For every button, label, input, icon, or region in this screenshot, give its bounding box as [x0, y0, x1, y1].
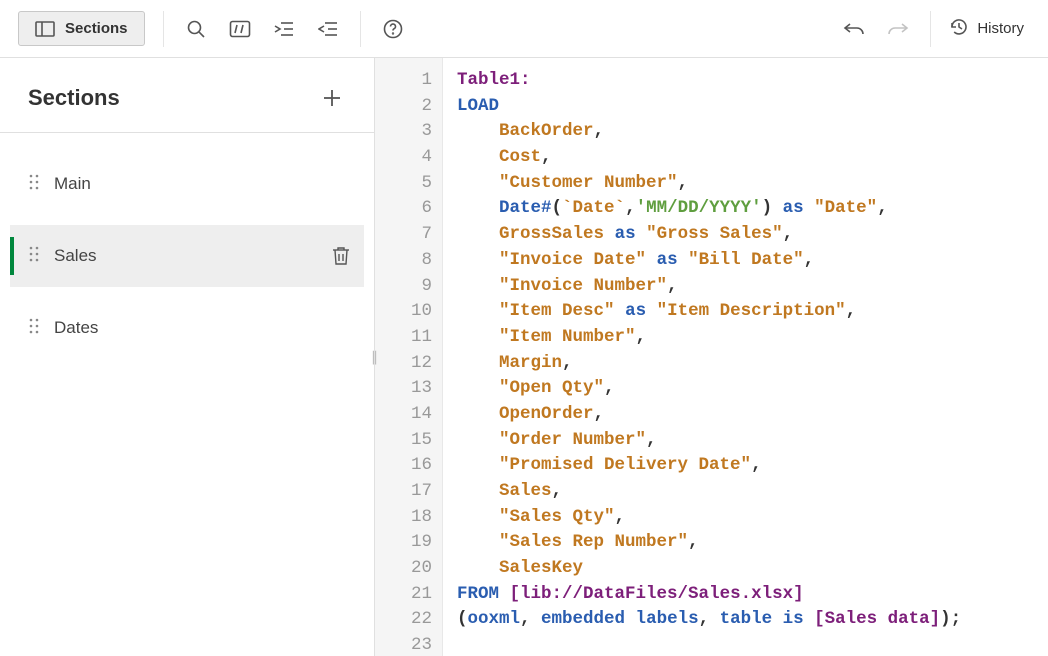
line-number: 22 — [375, 607, 432, 633]
code-line[interactable]: OpenOrder, — [457, 402, 961, 428]
line-number: 8 — [375, 248, 432, 274]
indent-button[interactable] — [264, 9, 304, 49]
code-line[interactable]: GrossSales as "Gross Sales", — [457, 222, 961, 248]
code-line[interactable]: Table1: — [457, 68, 961, 94]
code-line[interactable]: BackOrder, — [457, 119, 961, 145]
code-area[interactable]: Table1:LOAD BackOrder, Cost, "Customer N… — [443, 58, 961, 656]
comment-toggle-button[interactable] — [220, 9, 260, 49]
line-number: 9 — [375, 274, 432, 300]
section-item-label: Dates — [54, 318, 350, 338]
history-label: History — [977, 20, 1024, 37]
toolbar: Sections — [0, 0, 1048, 58]
line-number: 12 — [375, 351, 432, 377]
section-item-sales[interactable]: Sales — [10, 225, 364, 287]
history-icon — [949, 17, 969, 41]
line-number: 18 — [375, 505, 432, 531]
sidebar-title: Sections — [28, 85, 120, 111]
code-line[interactable]: Date#(`Date`,'MM/DD/YYYY') as "Date", — [457, 196, 961, 222]
drag-handle-icon[interactable] — [28, 245, 40, 268]
code-line[interactable]: LOAD — [457, 94, 961, 120]
section-item-main[interactable]: Main — [10, 153, 364, 215]
separator — [360, 11, 361, 47]
line-number: 1 — [375, 68, 432, 94]
code-line[interactable]: Sales, — [457, 479, 961, 505]
code-line[interactable]: SalesKey — [457, 556, 961, 582]
code-line[interactable]: "Order Number", — [457, 428, 961, 454]
code-line[interactable]: "Open Qty", — [457, 376, 961, 402]
section-list: Main Sales Dates — [0, 133, 374, 369]
code-line[interactable]: "Invoice Date" as "Bill Date", — [457, 248, 961, 274]
line-number: 7 — [375, 222, 432, 248]
history-button[interactable]: History — [943, 17, 1030, 41]
line-number: 23 — [375, 633, 432, 656]
code-line[interactable]: "Item Desc" as "Item Description", — [457, 299, 961, 325]
line-number: 14 — [375, 402, 432, 428]
code-line[interactable]: Margin, — [457, 351, 961, 377]
line-number: 17 — [375, 479, 432, 505]
code-line[interactable]: Cost, — [457, 145, 961, 171]
code-line[interactable] — [457, 633, 961, 656]
line-number: 11 — [375, 325, 432, 351]
code-line[interactable]: (ooxml, embedded labels, table is [Sales… — [457, 607, 961, 633]
code-editor[interactable]: 1234567891011121314151617181920212223 Ta… — [375, 58, 1048, 656]
panel-left-icon — [35, 21, 55, 37]
line-number: 13 — [375, 376, 432, 402]
code-line[interactable]: FROM [lib://DataFiles/Sales.xlsx] — [457, 582, 961, 608]
line-number: 5 — [375, 171, 432, 197]
line-number: 4 — [375, 145, 432, 171]
sections-sidebar: Sections Main Sales Dates — [0, 58, 375, 656]
separator — [930, 11, 931, 47]
line-number: 10 — [375, 299, 432, 325]
drag-handle-icon[interactable] — [28, 317, 40, 340]
section-item-dates[interactable]: Dates — [10, 297, 364, 359]
sections-toggle-button[interactable]: Sections — [18, 11, 145, 46]
line-number-gutter: 1234567891011121314151617181920212223 — [375, 58, 443, 656]
section-item-label: Main — [54, 174, 350, 194]
line-number: 16 — [375, 453, 432, 479]
line-number: 2 — [375, 94, 432, 120]
outdent-button[interactable] — [308, 9, 348, 49]
undo-button[interactable] — [834, 9, 874, 49]
code-line[interactable]: "Item Number", — [457, 325, 961, 351]
code-line[interactable]: "Sales Rep Number", — [457, 530, 961, 556]
line-number: 3 — [375, 119, 432, 145]
redo-button[interactable] — [878, 9, 918, 49]
line-number: 15 — [375, 428, 432, 454]
code-line[interactable]: "Promised Delivery Date", — [457, 453, 961, 479]
code-line[interactable]: "Sales Qty", — [457, 505, 961, 531]
drag-handle-icon[interactable] — [28, 173, 40, 196]
line-number: 19 — [375, 530, 432, 556]
section-item-label: Sales — [54, 246, 318, 266]
line-number: 21 — [375, 582, 432, 608]
line-number: 6 — [375, 196, 432, 222]
line-number: 20 — [375, 556, 432, 582]
add-section-button[interactable] — [318, 84, 346, 112]
search-button[interactable] — [176, 9, 216, 49]
help-button[interactable] — [373, 9, 413, 49]
code-line[interactable]: "Customer Number", — [457, 171, 961, 197]
code-line[interactable]: "Invoice Number", — [457, 274, 961, 300]
sections-toggle-label: Sections — [65, 20, 128, 37]
delete-section-button[interactable] — [332, 246, 350, 266]
separator — [163, 11, 164, 47]
